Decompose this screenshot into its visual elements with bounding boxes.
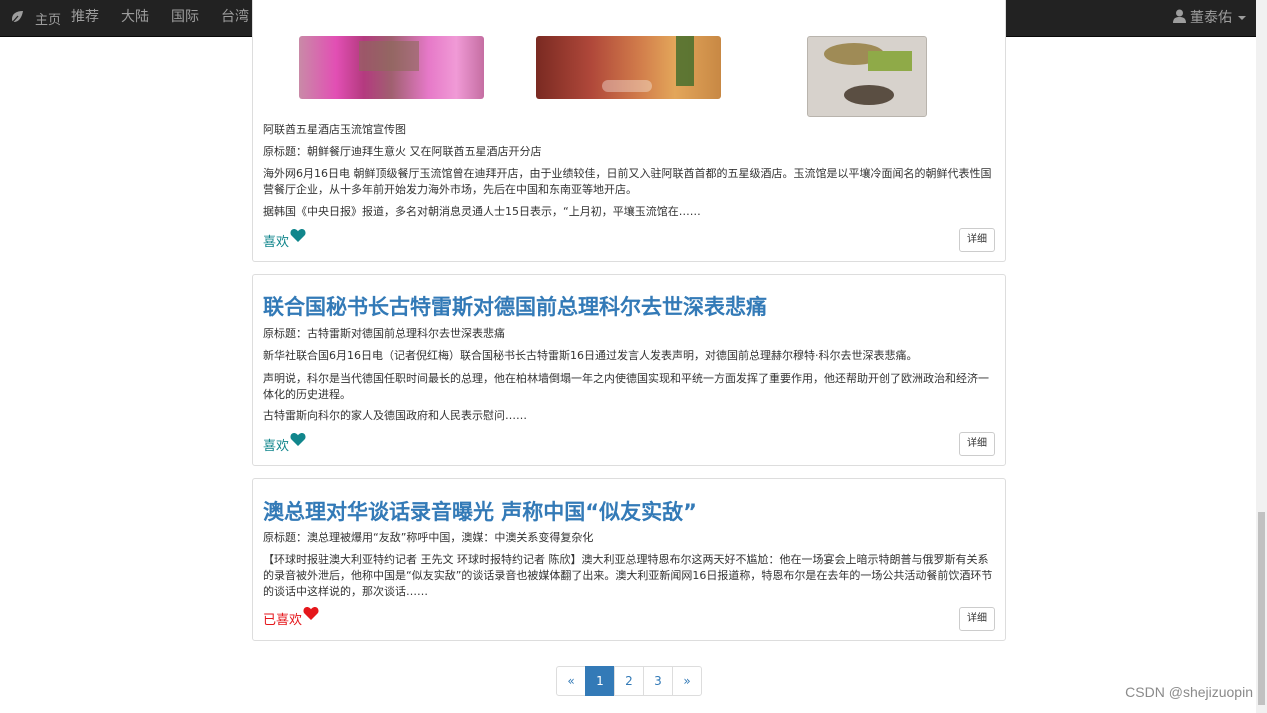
article-image-dancers[interactable] [299,36,484,99]
like-button[interactable]: 喜欢 [263,229,306,250]
like-button[interactable]: 喜欢 [263,433,306,454]
article-card: 联合国秘书长古特雷斯对德国前总理科尔去世深表悲痛 原标题：古特雷斯对德国前总理科… [252,274,1006,466]
caret-down-icon [1238,16,1246,20]
article-image-menu[interactable] [807,36,927,117]
like-label: 已喜欢 [263,613,303,628]
article-image-restaurant[interactable] [536,36,721,99]
article-title[interactable]: 澳总理对华谈话录音曝光 声称中国“似友实敌” [263,500,995,524]
leaf-logo-icon[interactable] [9,9,25,25]
user-icon [1173,9,1186,23]
article-paragraph: 据韩国《中央日报》报道，多名对朝消息灵通人士15日表示，“上月初，平壤玉流馆在…… [263,205,701,218]
vertical-scrollbar[interactable] [1256,0,1267,713]
nav-home-link[interactable]: 主页 [35,9,61,28]
article-original-title: 原标题：澳总理被爆用“友敌”称呼中国，澳媒：中澳关系变得复杂化 [263,531,594,544]
article-title[interactable]: 联合国秘书长古特雷斯对德国前总理科尔去世深表悲痛 [263,295,995,319]
detail-button[interactable]: 详细 [959,228,995,252]
like-label: 喜欢 [263,235,290,250]
nav-item-mainland[interactable]: 大陆 [110,0,160,36]
like-label: 喜欢 [263,439,290,454]
liked-button[interactable]: 已喜欢 [263,607,319,628]
article-card: 阿联酋五星酒店玉流馆宣传图 原标题：朝鲜餐厅迪拜生意火 又在阿联酋五星酒店开分店… [252,0,1006,262]
heart-icon [290,229,306,242]
article-paragraph: 【环球时报驻澳大利亚特约记者 王先文 环球时报特约记者 陈欣】澳大利亚总理特恩布… [263,553,993,598]
pagination-next[interactable]: » [672,666,702,696]
nav-item-recommend[interactable]: 推荐 [60,0,110,36]
pagination-prev[interactable]: « [556,666,586,696]
article-card: 澳总理对华谈话录音曝光 声称中国“似友实敌” 原标题：澳总理被爆用“友敌”称呼中… [252,478,1006,641]
scrollbar-thumb[interactable] [1258,512,1265,705]
image-caption: 阿联酋五星酒店玉流馆宣传图 [263,123,406,136]
user-name: 董泰佑 [1190,10,1232,26]
watermark: CSDN @shejizuopin [1125,684,1253,700]
article-original-title: 原标题：古特雷斯对德国前总理科尔去世深表悲痛 [263,327,505,340]
user-menu[interactable]: 董泰佑 [1173,0,1246,36]
article-paragraph: 海外网6月16日电 朝鲜顶级餐厅玉流馆曾在迪拜开店，由于业绩较佳，日前又入驻阿联… [263,167,992,196]
pagination-page-3[interactable]: 3 [643,666,673,696]
nav-item-international[interactable]: 国际 [160,0,210,36]
article-paragraph: 新华社联合国6月16日电（记者倪红梅）联合国秘书长古特雷斯16日通过发言人发表声… [263,349,918,362]
pagination-page-1[interactable]: 1 [585,666,615,696]
heart-icon [290,433,306,446]
detail-button[interactable]: 详细 [959,432,995,456]
article-paragraph: 古特雷斯向科尔的家人及德国政府和人民表示慰问…… [263,409,527,422]
article-paragraph: 声明说，科尔是当代德国任职时间最长的总理，他在柏林墙倒塌一年之内使德国实现和平统… [263,372,989,401]
pagination: « 1 2 3 » [556,666,702,696]
detail-button[interactable]: 详细 [959,607,995,631]
article-original-title: 原标题：朝鲜餐厅迪拜生意火 又在阿联酋五星酒店开分店 [263,145,542,158]
heart-icon [303,607,319,620]
pagination-page-2[interactable]: 2 [614,666,644,696]
